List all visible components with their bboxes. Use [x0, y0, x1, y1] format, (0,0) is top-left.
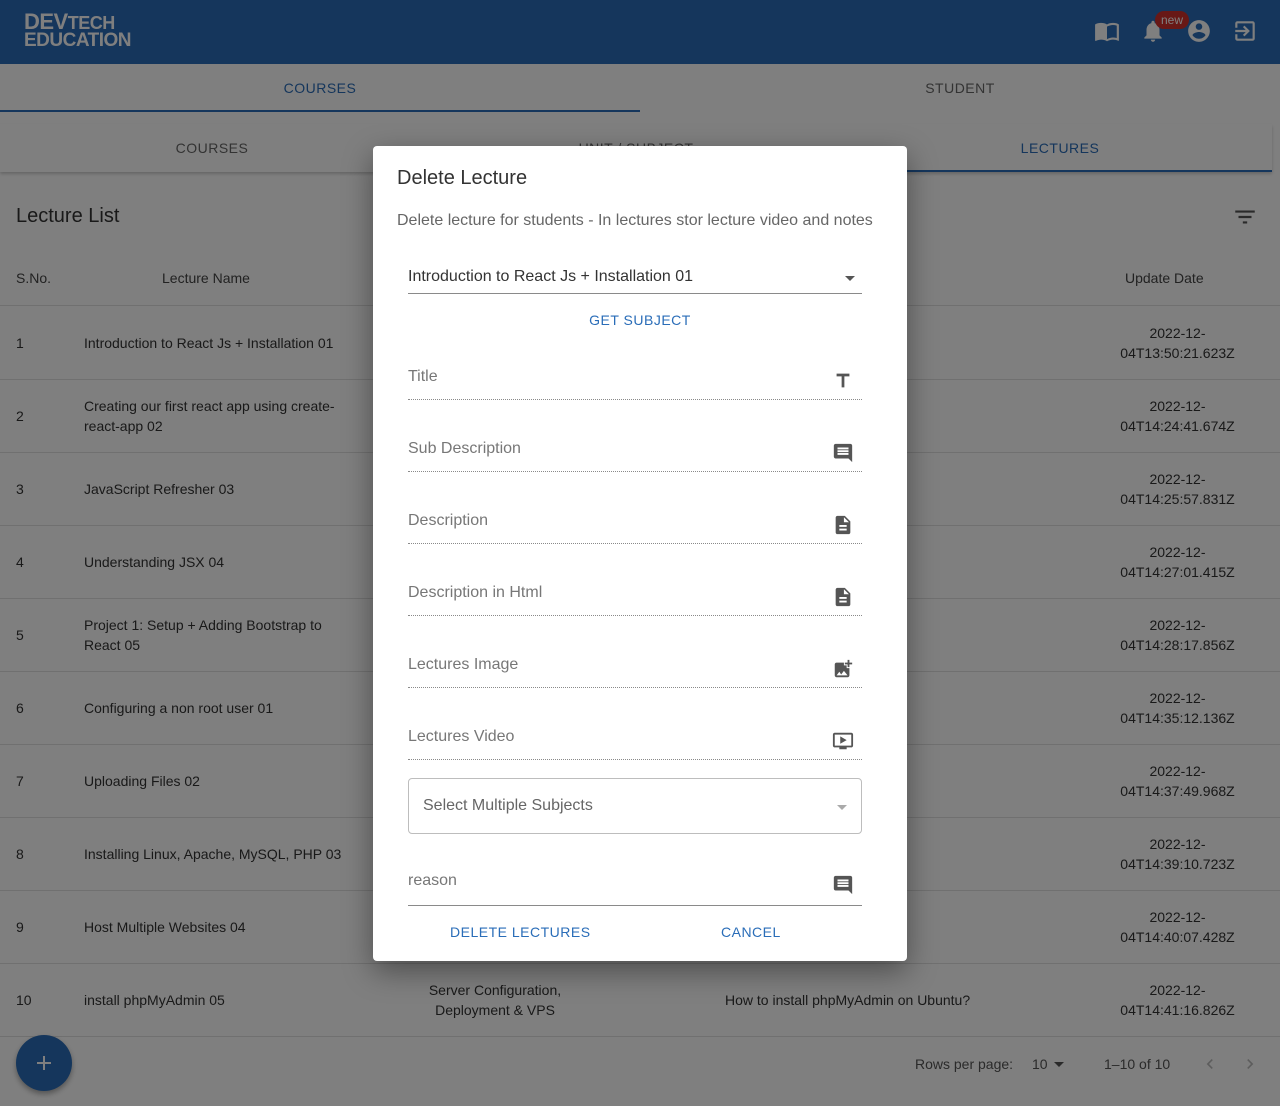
- lectures-image-field[interactable]: Lectures Image: [408, 656, 862, 688]
- lecture-select[interactable]: Introduction to React Js + Installation …: [408, 264, 862, 294]
- reason-field[interactable]: reason: [408, 872, 862, 906]
- document-icon: [835, 587, 851, 607]
- lecture-select-value: Introduction to React Js + Installation …: [408, 268, 694, 285]
- title-field[interactable]: Title: [408, 368, 862, 400]
- lectures-image-field-label: Lectures Image: [408, 656, 519, 673]
- video-icon[interactable]: [832, 730, 854, 752]
- text-format-icon: [836, 373, 850, 388]
- description-html-field[interactable]: Description in Html: [408, 584, 862, 616]
- select-multiple-subjects-label: Select Multiple Subjects: [423, 797, 593, 814]
- reason-field-label: reason: [408, 872, 457, 889]
- sub-description-field[interactable]: Sub Description: [408, 440, 862, 472]
- title-field-label: Title: [408, 368, 438, 385]
- select-multiple-subjects[interactable]: Select Multiple Subjects: [408, 778, 862, 834]
- chevron-down-icon[interactable]: [845, 276, 855, 281]
- add-photo-icon[interactable]: [832, 658, 854, 680]
- delete-lecture-dialog: Delete Lecture Delete lecture for studen…: [373, 146, 907, 961]
- chevron-down-icon[interactable]: [837, 805, 847, 810]
- document-icon: [835, 515, 851, 535]
- dialog-title: Delete Lecture: [397, 167, 528, 189]
- description-html-field-label: Description in Html: [408, 584, 543, 601]
- get-subject-button[interactable]: GET SUBJECT: [373, 312, 907, 328]
- cancel-button[interactable]: CANCEL: [721, 924, 781, 940]
- comment-icon: [833, 875, 853, 895]
- sub-description-field-label: Sub Description: [408, 440, 521, 457]
- lectures-video-field-label: Lectures Video: [408, 728, 515, 745]
- delete-lectures-button[interactable]: DELETE LECTURES: [450, 924, 591, 940]
- comment-icon: [833, 443, 853, 463]
- description-field-label: Description: [408, 512, 489, 529]
- dialog-description: Delete lecture for students - In lecture…: [397, 212, 873, 229]
- description-field[interactable]: Description: [408, 512, 862, 544]
- lectures-video-field[interactable]: Lectures Video: [408, 728, 862, 760]
